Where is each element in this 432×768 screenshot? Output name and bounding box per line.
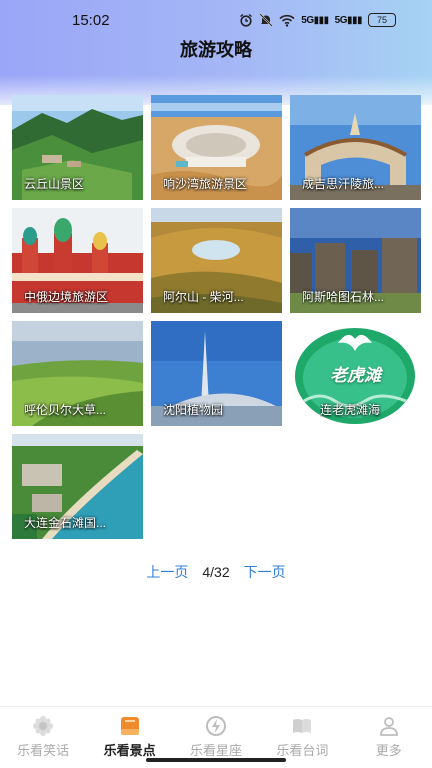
page-title: 旅游攻略 [180,40,252,60]
attraction-name: 中俄边境旅游区 [24,290,109,304]
attraction-name: 沈阳植物园 [163,403,224,417]
signal-icon: 5G▮▮▮ [301,14,329,26]
tab-jokes[interactable]: 乐看笑话 [0,707,86,768]
attraction-card[interactable]: 大连金石滩国... [12,434,143,539]
alarm-icon [240,13,253,27]
battery-icon: 75 [368,13,396,27]
page-indicator: 4/32 [202,564,230,580]
tab-label: 乐看景点 [103,743,156,758]
status-icons: 5G▮▮▮ 5G▮▮▮ 75 [239,13,396,27]
attraction-card[interactable]: 呼伦贝尔大草... [12,321,143,426]
user-icon [379,717,398,736]
attraction-name: 大连金石滩国... [24,516,107,530]
attraction-grid: 云丘山景区 响沙湾旅游景区 成吉思汗陵旅... 中俄边境旅游区 阿尔山 - 柴河… [12,95,422,539]
attraction-card[interactable]: 沈阳植物园 [151,321,282,426]
pagination: 上一页 4/32 下一页 [0,562,432,582]
attraction-name: 响沙湾旅游景区 [163,177,248,191]
attraction-card[interactable]: 云丘山景区 [12,95,143,200]
status-bar: 15:02 5G▮▮▮ 5G▮▮▮ 75 [0,0,432,40]
tab-label: 乐看星座 [189,743,242,758]
tab-label: 乐看笑话 [17,743,70,758]
attraction-card[interactable]: 老虎滩 连老虎滩海 [290,321,421,426]
signal-label-1: 5G [301,14,314,26]
next-page-button[interactable]: 下一页 [244,562,286,582]
prev-page-button[interactable]: 上一页 [146,562,188,582]
attraction-name: 云丘山景区 [24,177,85,191]
attraction-name: 连老虎滩海 [320,403,381,417]
open-book-icon [293,719,312,733]
status-time: 15:02 [72,11,110,29]
attraction-card[interactable]: 阿斯哈图石林... [290,208,421,313]
battery-level: 75 [376,15,387,25]
attraction-name: 阿尔山 - 柴河... [163,290,244,304]
attraction-card[interactable]: 阿尔山 - 柴河... [151,208,282,313]
book-icon [120,717,139,735]
signal-label-2: 5G [334,14,348,26]
wifi-icon [279,14,295,27]
attraction-name: 阿斯哈图石林... [302,290,385,304]
attraction-card[interactable]: 响沙湾旅游景区 [151,95,282,200]
tab-more[interactable]: 更多 [346,707,432,768]
attraction-name: 成吉思汗陵旅... [302,177,385,191]
home-indicator[interactable] [146,758,286,762]
flower-icon [33,716,54,736]
mute-icon [259,13,273,27]
lightning-icon [205,716,226,736]
attraction-name: 呼伦贝尔大草... [24,403,107,417]
attraction-card[interactable]: 中俄边境旅游区 [12,208,143,313]
attraction-card[interactable]: 成吉思汗陵旅... [290,95,421,200]
tab-label: 更多 [375,743,402,758]
tab-label: 乐看台词 [276,743,329,758]
signal-icon: 5G▮▮▮ [334,14,363,26]
logo-text: 老虎滩 [330,366,381,385]
